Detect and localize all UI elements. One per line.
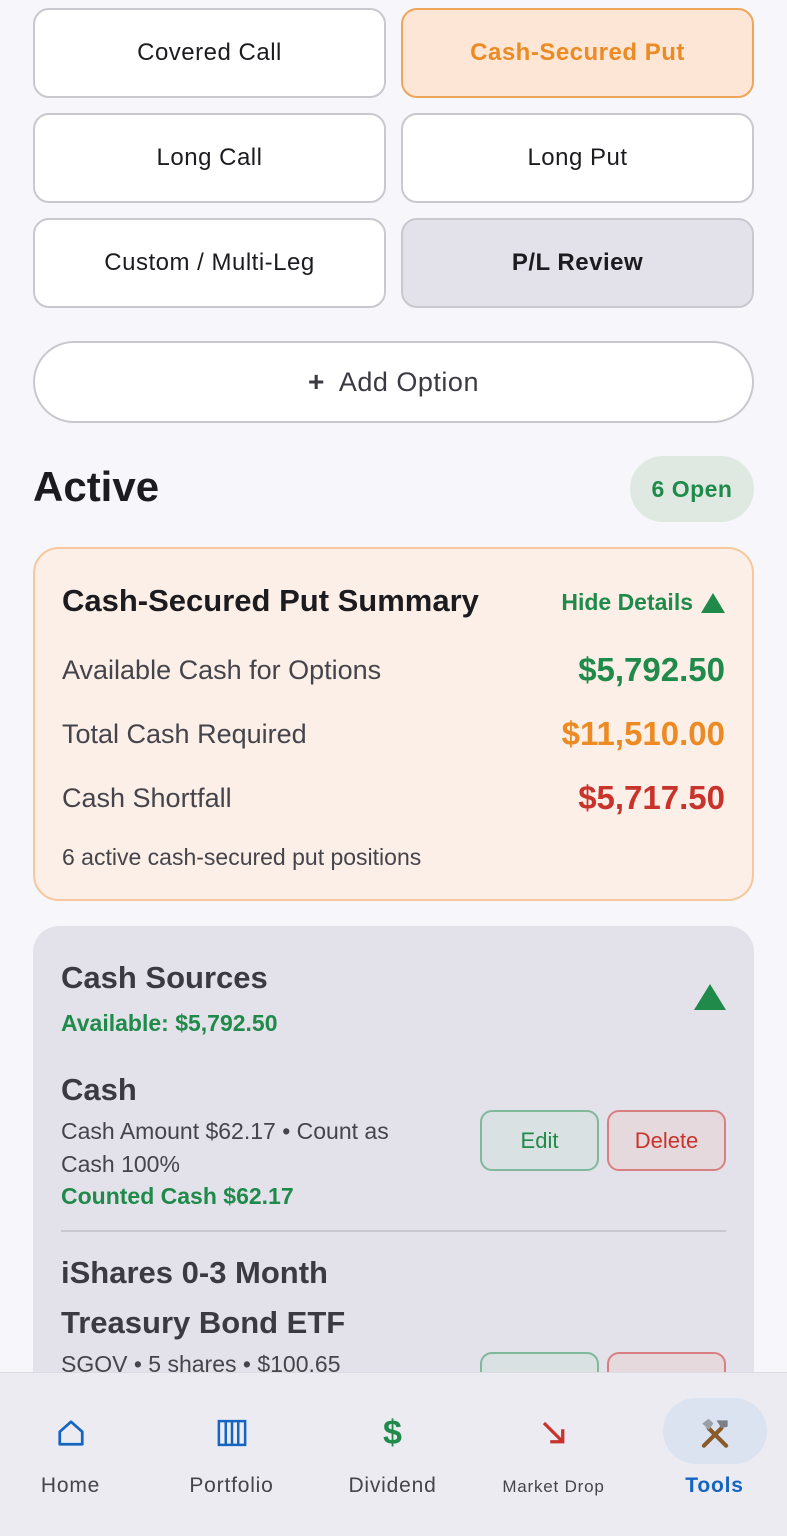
- nav-home-label: Home: [40, 1474, 101, 1497]
- nav-tools[interactable]: Tools: [636, 1373, 787, 1536]
- tools-icon: [685, 1411, 745, 1455]
- nav-tools-label: Tools: [685, 1474, 744, 1497]
- edit-source-button[interactable]: [480, 1352, 599, 1372]
- csp-summary-card: Cash-Secured Put Summary Hide Details Av…: [33, 547, 754, 901]
- nav-home[interactable]: Home: [0, 1373, 149, 1536]
- hide-details-label: Hide Details: [561, 589, 693, 615]
- bottom-navigation: Home Portfolio $ Dividend Market Drop To…: [0, 1372, 787, 1536]
- cash-sources-title: Cash Sources: [61, 960, 268, 995]
- active-section-title: Active: [33, 463, 160, 510]
- source-detail: Cash Amount $62.17 • Count as Cash 100%: [61, 1118, 389, 1177]
- cash-sources-available: Available: $5,792.50: [61, 1010, 278, 1036]
- open-count-badge: 6 Open: [630, 456, 754, 522]
- summary-title: Cash-Secured Put Summary: [62, 583, 479, 618]
- dollar-icon: $: [383, 1413, 402, 1452]
- total-cash-required-value: $11,510.00: [561, 715, 725, 752]
- cash-shortfall-row: Cash Shortfall $5,717.50: [62, 779, 725, 817]
- cash-sources-card: Cash Sources Available: $5,792.50 Cash C…: [33, 926, 754, 1372]
- nav-portfolio-label: Portfolio: [189, 1474, 274, 1497]
- source-detail: SGOV • 5 shares • $100.65: [61, 1351, 341, 1372]
- plus-icon: +: [308, 366, 325, 397]
- summary-note: 6 active cash-secured put positions: [62, 844, 422, 870]
- cash-shortfall-value: $5,717.50: [578, 779, 725, 816]
- pl-review-button[interactable]: P/L Review: [401, 218, 754, 308]
- add-option-button[interactable]: + Add Option: [33, 341, 754, 423]
- hide-details-toggle[interactable]: Hide Details: [561, 589, 725, 616]
- divider: [61, 1230, 726, 1232]
- long-put-button[interactable]: Long Put: [401, 113, 754, 203]
- nav-portfolio[interactable]: Portfolio: [153, 1373, 310, 1536]
- collapse-arrow-icon: [701, 592, 725, 613]
- source-name: iShares 0-3 Month Treasury Bond ETF: [61, 1255, 346, 1340]
- total-cash-required-row: Total Cash Required $11,510.00: [62, 715, 725, 753]
- nav-market-drop[interactable]: Market Drop: [475, 1373, 632, 1536]
- edit-source-button[interactable]: Edit: [480, 1110, 599, 1171]
- trend-down-icon: [524, 1411, 584, 1455]
- delete-source-button[interactable]: [607, 1352, 726, 1372]
- available-cash-row: Available Cash for Options $5,792.50: [62, 651, 725, 689]
- home-icon: [41, 1411, 101, 1455]
- cash-secured-put-button[interactable]: Cash-Secured Put: [401, 8, 754, 98]
- cash-shortfall-label: Cash Shortfall: [62, 782, 232, 813]
- delete-source-button[interactable]: Delete: [607, 1110, 726, 1171]
- main-content: Covered Call Cash-Secured Put Long Call …: [0, 0, 787, 1372]
- source-counted-cash: Counted Cash $62.17: [61, 1183, 294, 1209]
- nav-dividend[interactable]: $ Dividend: [314, 1373, 471, 1536]
- collapse-arrow-icon[interactable]: [694, 984, 726, 1010]
- source-name: Cash: [61, 1072, 137, 1107]
- nav-market-drop-label: Market Drop: [502, 1477, 605, 1496]
- total-cash-required-label: Total Cash Required: [62, 718, 307, 749]
- long-call-button[interactable]: Long Call: [33, 113, 386, 203]
- custom-multi-leg-button[interactable]: Custom / Multi-Leg: [33, 218, 386, 308]
- available-cash-value: $5,792.50: [578, 651, 725, 688]
- portfolio-icon: [202, 1411, 262, 1455]
- nav-dividend-label: Dividend: [348, 1474, 437, 1497]
- add-option-label: Add Option: [338, 366, 479, 397]
- available-cash-label: Available Cash for Options: [62, 654, 382, 685]
- covered-call-button[interactable]: Covered Call: [33, 8, 386, 98]
- strategy-type-grid: Covered Call Cash-Secured Put Long Call …: [33, 8, 754, 308]
